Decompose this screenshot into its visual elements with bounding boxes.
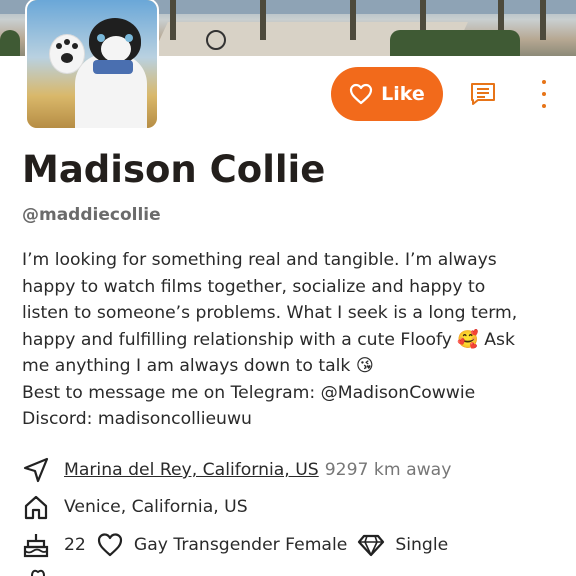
more-options-button[interactable] [534, 80, 554, 108]
profile-name: Madison Collie [22, 148, 326, 191]
home-icon [24, 495, 48, 520]
location-link[interactable]: Marina del Rey, California, US [64, 460, 319, 480]
bio-line: listen to someone’s problems. What I see… [22, 303, 518, 323]
avatar[interactable] [25, 0, 159, 130]
bio-line: me anything I am always down to talk 😘 [22, 356, 374, 376]
bio-line: Best to message me on Telegram: @Madison… [22, 382, 476, 403]
bio-line: Discord: madisoncollieuwu [22, 409, 252, 429]
more-vertical-icon [542, 80, 546, 84]
orientation-text: Gay Transgender Female [133, 535, 348, 555]
profile-bio: I’m looking for something real and tangi… [22, 247, 562, 433]
diamond-icon [358, 534, 385, 557]
bio-line: I’m looking for something real and tangi… [22, 250, 497, 270]
attributes-row: 22 Gay Transgender Female Single [22, 530, 448, 560]
message-icon [471, 83, 495, 105]
age-text: 22 [64, 535, 86, 555]
distance-text: 9297 km away [324, 460, 452, 480]
next-row-icon [31, 569, 45, 576]
heart-outline-icon [97, 533, 122, 557]
birthday-cake-icon [23, 534, 49, 558]
message-button[interactable] [469, 80, 497, 108]
profile-handle: @maddiecollie [22, 205, 161, 225]
like-button-label: Like [381, 83, 425, 105]
hometown-text: Venice, California, US [64, 497, 248, 517]
navigation-arrow-icon [23, 457, 49, 483]
hometown-row: Venice, California, US [22, 492, 248, 522]
relationship-status-text: Single [395, 535, 449, 555]
heart-outline-icon [350, 83, 373, 105]
like-button[interactable]: Like [331, 67, 443, 121]
location-row: Marina del Rey, California, US 9297 km a… [22, 455, 451, 485]
bio-line: happy to watch films together, socialize… [22, 276, 486, 297]
bio-line: happy and fulfilling relationship with a… [22, 329, 515, 350]
